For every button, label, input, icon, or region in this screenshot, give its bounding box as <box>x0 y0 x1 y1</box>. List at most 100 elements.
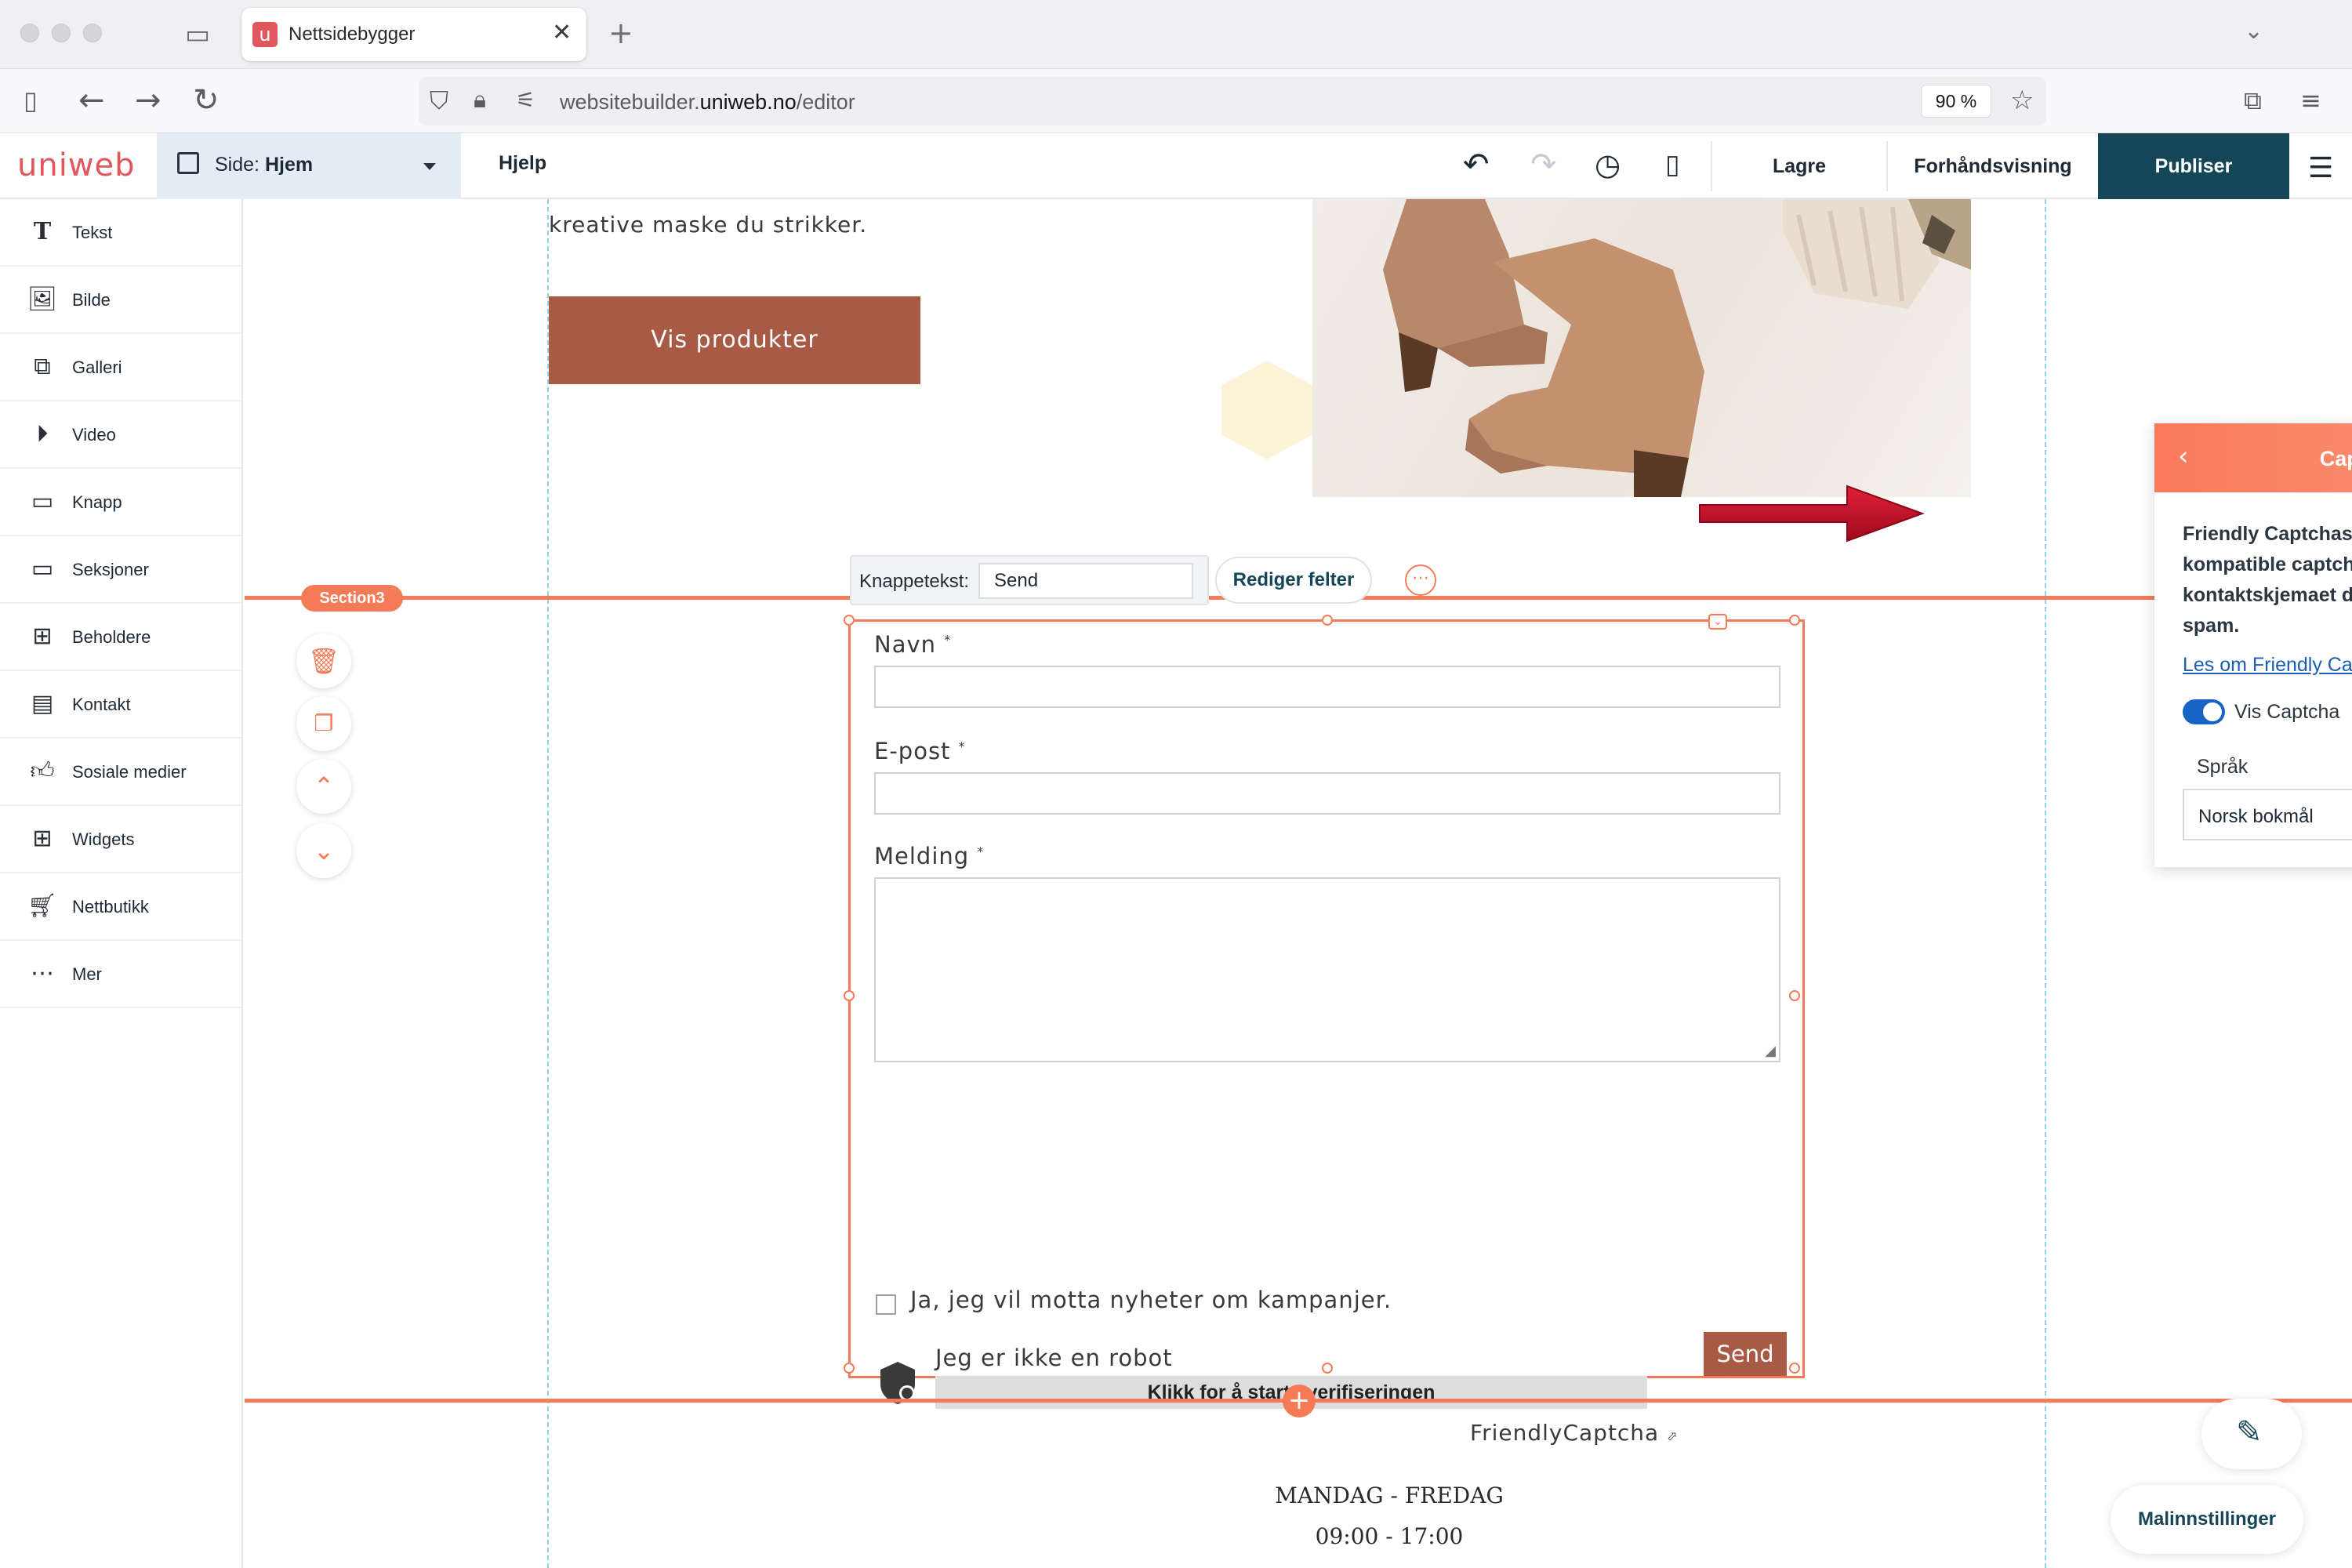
browser-tab[interactable]: u Nettsidebygger ✕ <box>241 8 586 61</box>
resize-handle[interactable] <box>844 615 855 626</box>
show-captcha-toggle[interactable] <box>2183 699 2225 724</box>
contact-form[interactable]: ⌄ ⌄ Navn * E-post * Melding * ◢ Ja, jeg … <box>844 614 1805 1446</box>
resize-handle[interactable] <box>1789 1363 1800 1374</box>
opening-hours-text[interactable]: MANDAG - FREDAG 09:00 - 17:00 LØRDAG - S… <box>1123 1475 1656 1568</box>
lock-icon[interactable]: 🔒︎ <box>474 82 486 119</box>
sidebar-item-video[interactable]: ⏵︎ Video <box>0 401 241 469</box>
palette-brush-icon: ✎ <box>2236 1414 2263 1450</box>
sidebar-item-label: Video <box>72 425 116 445</box>
name-field[interactable] <box>874 666 1780 708</box>
bookmark-star-icon[interactable]: ☆ <box>2010 82 2034 119</box>
shield-icon[interactable]: ⛉ <box>430 82 448 119</box>
message-textarea[interactable]: ◢ <box>874 877 1780 1062</box>
sidebar-item-gallery[interactable]: ⧉ Galleri <box>0 334 241 401</box>
forward-icon[interactable]: → <box>135 82 162 119</box>
page-selector-dropdown[interactable]: Side: Hjem <box>157 133 461 199</box>
sidebar-item-button[interactable]: ▭ Knapp <box>0 469 241 536</box>
collapse-top-icon[interactable]: ⌄ <box>1708 614 1727 630</box>
resize-handle[interactable] <box>844 1363 855 1374</box>
history-icon[interactable]: ◷ <box>1595 146 1621 183</box>
resize-handle[interactable] <box>1322 615 1333 626</box>
undo-icon[interactable]: ↶ <box>1463 146 1490 183</box>
resize-handle[interactable] <box>1789 990 1800 1001</box>
hamburger-menu-icon[interactable]: ☰ <box>2308 152 2333 184</box>
external-link-icon: ⬀ <box>1667 1428 1679 1443</box>
move-section-up-icon[interactable]: ⌃ <box>296 759 351 814</box>
editor-toolbar: uniweb Side: Hjem Hjelp ↶ ↷ ◷ ▯ Lagre Fo… <box>0 133 2352 199</box>
sections-icon: ▭ <box>31 555 54 583</box>
chevron-down-icon[interactable]: ⌄ <box>2244 17 2263 45</box>
email-field[interactable] <box>874 772 1780 815</box>
add-section-plus-icon[interactable]: + <box>1283 1385 1316 1417</box>
new-tab-icon[interactable]: + <box>608 16 633 50</box>
tab-overview-icon[interactable]: ▭ <box>185 19 210 50</box>
app-menu-icon[interactable]: ≡ <box>2300 82 2321 119</box>
sidebar-item-label: Beholdere <box>72 627 151 647</box>
move-section-down-icon[interactable]: ⌄ <box>296 823 351 878</box>
view-products-button[interactable]: Vis produkter <box>549 296 920 384</box>
back-icon[interactable]: ← <box>78 82 105 119</box>
boots-image <box>1383 199 1971 497</box>
boots-product-photo[interactable] <box>1312 199 1971 497</box>
captcha-title: Jeg er ikke en robot <box>935 1345 1173 1371</box>
layout-guide <box>547 199 549 1568</box>
duplicate-section-icon[interactable]: ❐ <box>296 696 351 751</box>
captcha-description: Friendly Captchas fullt GDPR-kompatible … <box>2183 523 2352 637</box>
mobile-view-icon[interactable]: ▯ <box>1665 146 1680 183</box>
tab-close-icon[interactable]: ✕ <box>552 19 572 46</box>
sidebar-item-label: Sosiale medier <box>72 762 187 782</box>
show-captcha-label: Vis Captcha <box>2234 701 2340 723</box>
button-text-input[interactable] <box>978 563 1193 599</box>
window-minimize-button[interactable] <box>52 24 71 42</box>
resize-handle[interactable] <box>844 990 855 1001</box>
form-submit-button[interactable]: Send <box>1704 1332 1787 1376</box>
preview-button[interactable]: Forhåndsvisning <box>1888 133 2098 199</box>
form-button-text-toolbar: Knappetekst: <box>850 555 1209 605</box>
redo-icon[interactable]: ↷ <box>1530 146 1557 183</box>
captcha-settings-panel: ‹ Captcha Friendly Captchas fullt GDPR-k… <box>2154 423 2352 867</box>
newsletter-checkbox[interactable] <box>876 1294 896 1315</box>
url-text[interactable]: websitebuilder.uniweb.no/editor <box>560 90 855 114</box>
sidebar-item-containers[interactable]: ⊞ Beholdere <box>0 604 241 671</box>
caret-down-icon <box>423 163 436 170</box>
edit-fields-button[interactable]: Rediger felter <box>1215 557 1372 604</box>
template-design-button[interactable]: ✎ <box>2201 1399 2302 1469</box>
sidebar-item-contact[interactable]: ▤ Kontakt <box>0 671 241 739</box>
resize-handle[interactable] <box>1789 615 1800 626</box>
resize-grip-icon[interactable]: ◢ <box>1765 1043 1776 1059</box>
sidebar-item-label: Bilde <box>72 290 111 310</box>
captcha-brand-link[interactable]: FriendlyCaptcha ⬀ <box>1470 1420 1679 1446</box>
sidebar-toggle-icon[interactable]: ▯ <box>24 82 38 119</box>
address-bar[interactable]: ⛉ 🔒︎ ⚟ websitebuilder.uniweb.no/editor 9… <box>419 77 2046 125</box>
window-zoom-button[interactable] <box>83 24 102 42</box>
sidebar-item-widgets[interactable]: ⊞ Widgets <box>0 806 241 873</box>
sidebar-item-webshop[interactable]: 🛒︎ Nettbutikk <box>0 873 241 941</box>
sidebar-item-image[interactable]: 🖼︎ Bilde <box>0 267 241 334</box>
hexagon-decoration <box>1221 361 1312 459</box>
window-close-button[interactable] <box>20 24 39 42</box>
zoom-level-badge[interactable]: 90 % <box>1921 85 1991 118</box>
help-link[interactable]: Hjelp <box>499 152 546 175</box>
sidebar-item-text[interactable]: T Tekst <box>0 199 241 267</box>
hero-text[interactable]: kreative maske du strikker. <box>549 212 867 238</box>
sidebar-item-sections[interactable]: ▭ Seksjoner <box>0 536 241 604</box>
reload-icon[interactable]: ↻ <box>193 82 220 119</box>
page-canvas[interactable]: kreative maske du strikker. Vis produkte… <box>245 199 2352 1568</box>
captcha-shield-icon <box>880 1362 915 1404</box>
more-options-icon[interactable]: ⋯ <box>1405 564 1436 596</box>
language-select[interactable]: Norsk bokmål <box>2183 789 2352 840</box>
delete-section-trash-icon[interactable]: 🗑︎ <box>296 633 351 688</box>
sidebar-item-social-media[interactable]: 👍︎ Sosiale medier <box>0 739 241 806</box>
section-badge[interactable]: Section3 <box>301 585 403 612</box>
panel-title: Captcha <box>2319 447 2352 470</box>
sidebar-item-more[interactable]: ⋯ Mer <box>0 941 241 1008</box>
save-button[interactable]: Lagre <box>1712 133 1886 199</box>
resize-handle[interactable] <box>1322 1363 1333 1374</box>
publish-button[interactable]: Publiser <box>2098 133 2289 199</box>
template-settings-button[interactable]: Malinnstillinger <box>2111 1485 2303 1554</box>
extensions-icon[interactable]: ⧉ <box>2244 82 2262 119</box>
sidebar-item-label: Kontakt <box>72 695 131 714</box>
read-about-captcha-link[interactable]: Les om Friendly Captcha <box>2183 654 2352 677</box>
widgets-icon: ⊞ <box>32 825 53 852</box>
site-settings-icon[interactable]: ⚟ <box>516 82 535 119</box>
